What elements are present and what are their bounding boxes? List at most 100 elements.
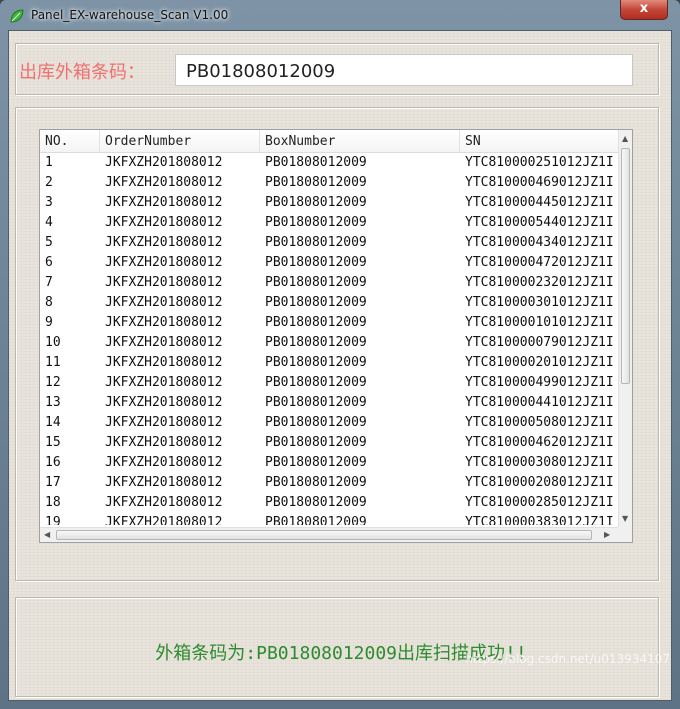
app-window: Panel_EX-warehouse_Scan V1.00 x 出库外箱条码： … xyxy=(0,0,680,709)
cell-no: 15 xyxy=(45,435,61,450)
cell-sn: YTC810000308012JZ1I xyxy=(465,455,614,470)
column-header-box-number[interactable]: BoxNumber xyxy=(260,130,460,152)
cell-box-number: PB01808012009 xyxy=(265,415,367,430)
cell-no: 5 xyxy=(45,235,53,250)
cell-sn: YTC810000285012JZ1I xyxy=(465,495,614,510)
cell-sn: YTC810000383012JZ1I xyxy=(465,515,614,525)
watermark: https://blog.csdn.net/u013934107 xyxy=(465,652,670,666)
cell-box-number: PB01808012009 xyxy=(265,395,367,410)
scrollbar-corner xyxy=(618,527,632,542)
table-row[interactable]: 17 JKFXZH201808012 PB01808012009 YTC8100002… xyxy=(40,473,618,493)
title-bar[interactable]: Panel_EX-warehouse_Scan V1.00 x xyxy=(0,0,680,30)
cell-sn: YTC810000472012JZ1I xyxy=(465,255,614,270)
table-row[interactable]: 19 JKFXZH201808012 PB01808012009 YTC8100003… xyxy=(40,513,618,525)
cell-no: 13 xyxy=(45,395,61,410)
column-header-sn[interactable]: SN xyxy=(460,130,618,152)
table-row[interactable]: 7 JKFXZH201808012 PB01808012009 YTC81000023… xyxy=(40,273,618,293)
cell-box-number: PB01808012009 xyxy=(265,175,367,190)
cell-no: 11 xyxy=(45,355,61,370)
cell-order-number: JKFXZH201808012 xyxy=(105,475,223,490)
client-area: 出库外箱条码： NO. OrderNumber BoxNumber SN 1 JK… xyxy=(8,30,672,701)
cell-no: 14 xyxy=(45,415,61,430)
cell-box-number: PB01808012009 xyxy=(265,435,367,450)
scan-label: 出库外箱条码： xyxy=(19,62,145,83)
horizontal-scroll-thumb[interactable] xyxy=(56,530,592,540)
table-row[interactable]: 3 JKFXZH201808012 PB01808012009 YTC81000044… xyxy=(40,193,618,213)
table-row[interactable]: 16 JKFXZH201808012 PB01808012009 YTC8100003… xyxy=(40,453,618,473)
table-row[interactable]: 9 JKFXZH201808012 PB01808012009 YTC81000010… xyxy=(40,313,618,333)
cell-no: 3 xyxy=(45,195,53,210)
cell-box-number: PB01808012009 xyxy=(265,255,367,270)
cell-box-number: PB01808012009 xyxy=(265,515,367,525)
cell-no: 16 xyxy=(45,455,61,470)
scan-results-grid[interactable]: NO. OrderNumber BoxNumber SN 1 JKFXZH2018… xyxy=(39,129,633,543)
cell-sn: YTC810000251012JZ1I xyxy=(465,155,614,170)
table-row[interactable]: 14 JKFXZH201808012 PB01808012009 YTC8100005… xyxy=(40,413,618,433)
cell-no: 18 xyxy=(45,495,61,510)
table-row[interactable]: 18 JKFXZH201808012 PB01808012009 YTC8100002… xyxy=(40,493,618,513)
table-row[interactable]: 10 JKFXZH201808012 PB01808012009 YTC8100000… xyxy=(40,333,618,353)
cell-sn: YTC810000208012JZ1I xyxy=(465,475,614,490)
table-row[interactable]: 12 JKFXZH201808012 PB01808012009 YTC8100004… xyxy=(40,373,618,393)
window-title: Panel_EX-warehouse_Scan V1.00 xyxy=(31,8,229,22)
close-icon: x xyxy=(639,1,649,16)
cell-box-number: PB01808012009 xyxy=(265,155,367,170)
cell-no: 4 xyxy=(45,215,53,230)
cell-sn: YTC810000441012JZ1I xyxy=(465,395,614,410)
cell-box-number: PB01808012009 xyxy=(265,355,367,370)
table-row[interactable]: 1 JKFXZH201808012 PB01808012009 YTC81000025… xyxy=(40,153,618,173)
cell-order-number: JKFXZH201808012 xyxy=(105,395,223,410)
cell-sn: YTC810000232012JZ1I xyxy=(465,275,614,290)
cell-sn: YTC810000434012JZ1I xyxy=(465,235,614,250)
cell-sn: YTC810000499012JZ1I xyxy=(465,375,614,390)
scroll-down-icon[interactable]: ▼ xyxy=(622,515,628,523)
scroll-left-icon[interactable]: ◀ xyxy=(44,531,50,539)
cell-order-number: JKFXZH201808012 xyxy=(105,295,223,310)
column-header-no[interactable]: NO. xyxy=(40,130,100,152)
cell-sn: YTC810000469012JZ1I xyxy=(465,175,614,190)
cell-order-number: JKFXZH201808012 xyxy=(105,275,223,290)
cell-order-number: JKFXZH201808012 xyxy=(105,215,223,230)
cell-order-number: JKFXZH201808012 xyxy=(105,195,223,210)
close-button[interactable]: x xyxy=(620,0,668,20)
cell-no: 7 xyxy=(45,275,53,290)
cell-sn: YTC810000508012JZ1I xyxy=(465,415,614,430)
vertical-scroll-thumb[interactable] xyxy=(621,148,630,384)
table-row[interactable]: 8 JKFXZH201808012 PB01808012009 YTC81000030… xyxy=(40,293,618,313)
cell-box-number: PB01808012009 xyxy=(265,495,367,510)
table-row[interactable]: 4 JKFXZH201808012 PB01808012009 YTC81000054… xyxy=(40,213,618,233)
horizontal-scrollbar[interactable]: ◀ ▶ xyxy=(40,527,618,542)
cell-box-number: PB01808012009 xyxy=(265,235,367,250)
vertical-scrollbar[interactable]: ▲ ▼ xyxy=(618,130,632,527)
table-row[interactable]: 2 JKFXZH201808012 PB01808012009 YTC81000046… xyxy=(40,173,618,193)
cell-order-number: JKFXZH201808012 xyxy=(105,515,223,525)
cell-no: 19 xyxy=(45,515,61,525)
cell-order-number: JKFXZH201808012 xyxy=(105,495,223,510)
box-barcode-input[interactable] xyxy=(175,54,633,86)
cell-box-number: PB01808012009 xyxy=(265,375,367,390)
table-row[interactable]: 15 JKFXZH201808012 PB01808012009 YTC8100004… xyxy=(40,433,618,453)
cell-sn: YTC810000544012JZ1I xyxy=(465,215,614,230)
cell-no: 17 xyxy=(45,475,61,490)
cell-order-number: JKFXZH201808012 xyxy=(105,235,223,250)
cell-order-number: JKFXZH201808012 xyxy=(105,335,223,350)
column-header-order-number[interactable]: OrderNumber xyxy=(100,130,260,152)
cell-sn: YTC810000445012JZ1I xyxy=(465,195,614,210)
table-row[interactable]: 5 JKFXZH201808012 PB01808012009 YTC81000043… xyxy=(40,233,618,253)
scroll-up-icon[interactable]: ▲ xyxy=(622,135,628,143)
cell-box-number: PB01808012009 xyxy=(265,195,367,210)
cell-order-number: JKFXZH201808012 xyxy=(105,435,223,450)
table-row[interactable]: 6 JKFXZH201808012 PB01808012009 YTC81000047… xyxy=(40,253,618,273)
cell-no: 8 xyxy=(45,295,53,310)
cell-no: 1 xyxy=(45,155,53,170)
scroll-right-icon[interactable]: ▶ xyxy=(604,531,610,539)
table-row[interactable]: 13 JKFXZH201808012 PB01808012009 YTC8100004… xyxy=(40,393,618,413)
grid-rows: 1 JKFXZH201808012 PB01808012009 YTC81000025… xyxy=(40,153,618,525)
cell-sn: YTC810000201012JZ1I xyxy=(465,355,614,370)
cell-order-number: JKFXZH201808012 xyxy=(105,415,223,430)
cell-box-number: PB01808012009 xyxy=(265,455,367,470)
cell-box-number: PB01808012009 xyxy=(265,315,367,330)
cell-box-number: PB01808012009 xyxy=(265,275,367,290)
table-row[interactable]: 11 JKFXZH201808012 PB01808012009 YTC8100002… xyxy=(40,353,618,373)
cell-box-number: PB01808012009 xyxy=(265,475,367,490)
